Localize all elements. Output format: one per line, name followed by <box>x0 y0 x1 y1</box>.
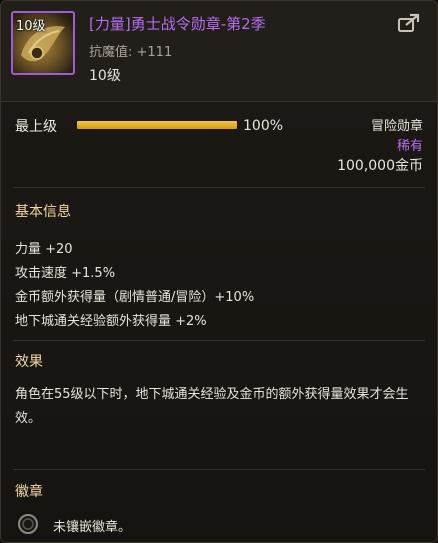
stat-line: 金币额外获得量（剧情普通/冒险）+10% <box>15 290 255 305</box>
stat-line: 地下城通关经验额外获得量 +2% <box>15 314 207 329</box>
effect-description: 角色在55级以下时，地下城通关经验及金币的额外获得量效果才会生效。 <box>15 387 409 426</box>
max-level-label: 最上级 <box>15 119 57 135</box>
level-progress-percent: 100% <box>243 118 284 134</box>
resist-stat: 抗魔值: +111 <box>89 45 173 60</box>
medal-icon: 10级 <box>11 11 75 75</box>
level-progress-fill <box>77 121 237 129</box>
item-rarity: 稀有 <box>396 139 423 154</box>
emblem-title: 徽章 <box>15 484 43 500</box>
level-progress-bar <box>77 121 237 129</box>
item-price: 100,000金币 <box>337 158 423 174</box>
stat-line: 攻击速度 +1.5% <box>15 266 116 281</box>
stat-line: 力量 +20 <box>15 242 73 257</box>
tooltip-header: 10级 [力量]勇士战令勋章-第2季 抗魔值: +111 10级 <box>1 1 437 102</box>
divider <box>13 469 425 470</box>
effect-title: 效果 <box>15 354 43 370</box>
emblem-empty-text: 未镶嵌徽章。 <box>53 520 132 535</box>
divider <box>13 340 425 341</box>
share-button[interactable] <box>397 13 421 33</box>
icon-level-tag: 10级 <box>16 19 46 34</box>
item-tooltip: 10级 [力量]勇士战令勋章-第2季 抗魔值: +111 10级 最上级 100… <box>0 0 438 543</box>
divider <box>13 187 425 188</box>
basic-info-title: 基本信息 <box>15 204 71 220</box>
item-name: [力量]勇士战令勋章-第2季 <box>89 15 266 33</box>
item-type: 冒险勋章 <box>370 119 423 134</box>
empty-emblem-slot-icon <box>17 513 39 535</box>
share-icon <box>398 13 420 32</box>
item-level: 10级 <box>89 68 121 84</box>
